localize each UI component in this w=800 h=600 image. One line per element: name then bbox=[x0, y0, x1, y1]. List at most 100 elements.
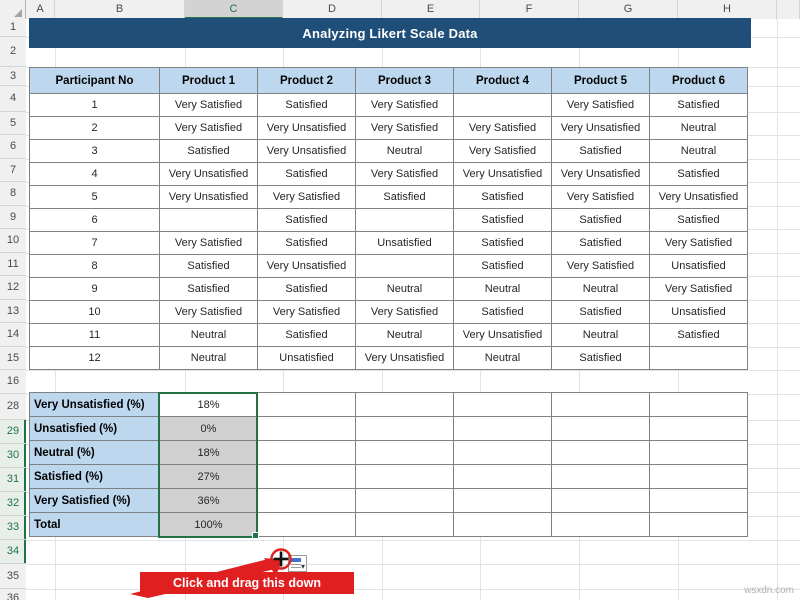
summary-empty-cell[interactable] bbox=[649, 512, 748, 537]
likert-response-cell[interactable]: Satisfied bbox=[551, 346, 650, 370]
likert-response-cell[interactable]: Satisfied bbox=[257, 277, 356, 301]
row-header-29[interactable]: 29 bbox=[0, 420, 26, 444]
row-header-4[interactable]: 4 bbox=[0, 86, 26, 112]
summary-empty-cell[interactable] bbox=[551, 416, 650, 441]
summary-empty-cell[interactable] bbox=[453, 488, 552, 513]
participant-number-cell[interactable]: 7 bbox=[29, 231, 160, 255]
summary-empty-cell[interactable] bbox=[453, 464, 552, 489]
likert-response-cell[interactable]: Very Unsatisfied bbox=[159, 162, 258, 186]
likert-response-cell[interactable]: Very Unsatisfied bbox=[453, 162, 552, 186]
summary-empty-cell[interactable] bbox=[551, 464, 650, 489]
row-header-34[interactable]: 34 bbox=[0, 540, 26, 564]
summary-empty-cell[interactable] bbox=[649, 392, 748, 417]
likert-response-cell[interactable]: Neutral bbox=[551, 323, 650, 347]
summary-empty-cell[interactable] bbox=[355, 416, 454, 441]
summary-empty-cell[interactable] bbox=[257, 464, 356, 489]
likert-response-cell[interactable]: Very Satisfied bbox=[257, 185, 356, 209]
summary-empty-cell[interactable] bbox=[355, 440, 454, 465]
summary-empty-cell[interactable] bbox=[551, 440, 650, 465]
likert-response-cell[interactable]: Neutral bbox=[159, 346, 258, 370]
likert-response-cell[interactable]: Very Unsatisfied bbox=[453, 323, 552, 347]
likert-response-cell[interactable]: Unsatisfied bbox=[257, 346, 356, 370]
likert-response-cell[interactable]: Neutral bbox=[355, 323, 454, 347]
summary-empty-cell[interactable] bbox=[257, 488, 356, 513]
likert-response-cell[interactable]: Satisfied bbox=[257, 208, 356, 232]
likert-response-cell[interactable]: Satisfied bbox=[551, 139, 650, 163]
participant-number-cell[interactable]: 6 bbox=[29, 208, 160, 232]
participant-number-cell[interactable]: 4 bbox=[29, 162, 160, 186]
participant-number-cell[interactable]: 9 bbox=[29, 277, 160, 301]
likert-response-cell[interactable]: Satisfied bbox=[551, 208, 650, 232]
likert-response-cell[interactable]: Very Unsatisfied bbox=[551, 162, 650, 186]
summary-empty-cell[interactable] bbox=[551, 488, 650, 513]
summary-empty-cell[interactable] bbox=[649, 488, 748, 513]
likert-response-cell[interactable]: Satisfied bbox=[453, 208, 552, 232]
likert-response-cell[interactable]: Very Unsatisfied bbox=[649, 185, 748, 209]
likert-response-cell[interactable]: Very Satisfied bbox=[649, 231, 748, 255]
likert-response-cell[interactable]: Satisfied bbox=[257, 93, 356, 117]
likert-response-cell[interactable]: Very Satisfied bbox=[551, 185, 650, 209]
column-header-h[interactable]: H bbox=[678, 0, 777, 19]
summary-empty-cell[interactable] bbox=[355, 512, 454, 537]
likert-response-cell[interactable]: Very Unsatisfied bbox=[355, 346, 454, 370]
chevron-down-icon[interactable]: ▾ bbox=[301, 563, 305, 571]
row-header-13[interactable]: 13 bbox=[0, 300, 26, 323]
likert-response-cell[interactable]: Satisfied bbox=[257, 162, 356, 186]
participant-number-cell[interactable]: 2 bbox=[29, 116, 160, 140]
summary-empty-cell[interactable] bbox=[649, 440, 748, 465]
summary-empty-cell[interactable] bbox=[355, 392, 454, 417]
likert-response-cell[interactable]: Very Satisfied bbox=[159, 93, 258, 117]
participant-number-cell[interactable]: 3 bbox=[29, 139, 160, 163]
participant-number-cell[interactable]: 5 bbox=[29, 185, 160, 209]
column-header-a[interactable]: A bbox=[26, 0, 55, 19]
likert-response-cell[interactable]: Neutral bbox=[453, 346, 552, 370]
row-header-1[interactable]: 1 bbox=[0, 19, 26, 37]
likert-response-cell[interactable] bbox=[159, 208, 258, 232]
likert-response-cell[interactable] bbox=[355, 208, 454, 232]
row-header-14[interactable]: 14 bbox=[0, 323, 26, 347]
fill-handle[interactable] bbox=[252, 532, 259, 539]
participant-number-cell[interactable]: 10 bbox=[29, 300, 160, 324]
likert-response-cell[interactable]: Very Satisfied bbox=[159, 116, 258, 140]
likert-response-cell[interactable]: Satisfied bbox=[453, 231, 552, 255]
column-header-d[interactable]: D bbox=[283, 0, 382, 19]
column-header-f[interactable]: F bbox=[480, 0, 579, 19]
row-header-35[interactable]: 35 bbox=[0, 564, 26, 589]
likert-response-cell[interactable]: Very Satisfied bbox=[355, 300, 454, 324]
likert-response-cell[interactable]: Unsatisfied bbox=[649, 300, 748, 324]
likert-response-cell[interactable]: Very Unsatisfied bbox=[551, 116, 650, 140]
column-header-b[interactable]: B bbox=[55, 0, 185, 19]
summary-empty-cell[interactable] bbox=[551, 392, 650, 417]
row-header-6[interactable]: 6 bbox=[0, 135, 26, 159]
summary-empty-cell[interactable] bbox=[453, 392, 552, 417]
participant-number-cell[interactable]: 8 bbox=[29, 254, 160, 278]
likert-response-cell[interactable]: Very Unsatisfied bbox=[257, 116, 356, 140]
row-header-10[interactable]: 10 bbox=[0, 229, 26, 253]
row-header-31[interactable]: 31 bbox=[0, 468, 26, 492]
likert-response-cell[interactable]: Very Satisfied bbox=[453, 116, 552, 140]
row-header-11[interactable]: 11 bbox=[0, 253, 26, 276]
likert-response-cell[interactable]: Satisfied bbox=[257, 231, 356, 255]
likert-response-cell[interactable]: Neutral bbox=[453, 277, 552, 301]
likert-response-cell[interactable]: Neutral bbox=[355, 139, 454, 163]
summary-value-cell[interactable]: 36% bbox=[159, 488, 258, 513]
summary-empty-cell[interactable] bbox=[649, 416, 748, 441]
likert-response-cell[interactable] bbox=[355, 254, 454, 278]
likert-response-cell[interactable]: Satisfied bbox=[551, 300, 650, 324]
likert-response-cell[interactable]: Satisfied bbox=[453, 185, 552, 209]
summary-value-cell[interactable]: 18% bbox=[159, 440, 258, 465]
summary-empty-cell[interactable] bbox=[257, 512, 356, 537]
likert-response-cell[interactable]: Very Satisfied bbox=[649, 277, 748, 301]
column-header-c[interactable]: C bbox=[185, 0, 283, 19]
likert-response-cell[interactable]: Very Satisfied bbox=[355, 162, 454, 186]
likert-response-cell[interactable]: Very Satisfied bbox=[159, 300, 258, 324]
summary-empty-cell[interactable] bbox=[551, 512, 650, 537]
row-header-32[interactable]: 32 bbox=[0, 492, 26, 516]
summary-empty-cell[interactable] bbox=[355, 488, 454, 513]
likert-response-cell[interactable]: Neutral bbox=[551, 277, 650, 301]
summary-empty-cell[interactable] bbox=[453, 440, 552, 465]
row-header-30[interactable]: 30 bbox=[0, 444, 26, 468]
likert-response-cell[interactable] bbox=[453, 93, 552, 117]
likert-response-cell[interactable]: Very Satisfied bbox=[355, 93, 454, 117]
likert-response-cell[interactable]: Very Unsatisfied bbox=[257, 139, 356, 163]
